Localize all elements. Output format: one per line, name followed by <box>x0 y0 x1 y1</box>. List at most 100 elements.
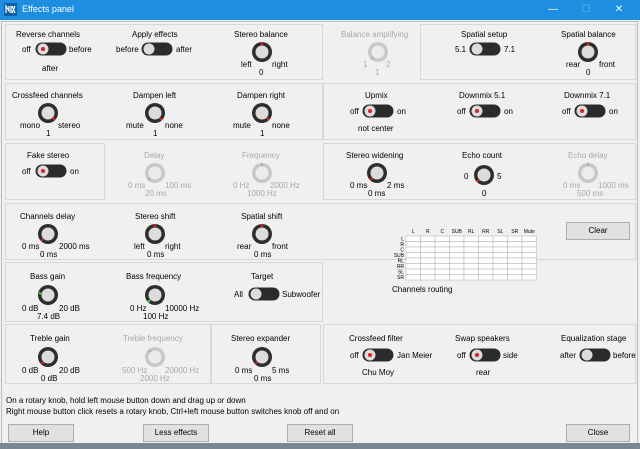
routing-cell[interactable] <box>405 274 421 281</box>
stereo-shift-knob[interactable] <box>144 223 166 245</box>
spatial-setup-switch[interactable] <box>469 42 501 56</box>
routing-cell[interactable] <box>463 257 479 264</box>
dampen-right-knob[interactable] <box>251 102 273 124</box>
routing-cell[interactable] <box>420 252 436 259</box>
routing-cell[interactable] <box>405 257 421 264</box>
routing-cell[interactable] <box>478 263 494 270</box>
routing-cell[interactable] <box>521 257 537 264</box>
routing-cell[interactable] <box>405 235 421 242</box>
reverse-channels-switch[interactable] <box>35 42 67 56</box>
routing-cell[interactable] <box>405 246 421 253</box>
routing-cell[interactable] <box>449 263 465 270</box>
routing-cell[interactable] <box>420 263 436 270</box>
routing-cell[interactable] <box>507 263 523 270</box>
routing-cell[interactable] <box>449 268 465 275</box>
routing-cell[interactable] <box>420 274 436 281</box>
echo-count-knob[interactable] <box>473 164 495 186</box>
routing-cell[interactable] <box>521 235 537 242</box>
routing-cell[interactable] <box>420 235 436 242</box>
fake-stereo-switch[interactable] <box>35 164 67 178</box>
crossfeed-channels-knob[interactable] <box>37 102 59 124</box>
routing-cell[interactable] <box>478 246 494 253</box>
routing-cell[interactable] <box>434 257 450 264</box>
routing-cell[interactable] <box>420 241 436 248</box>
routing-cell[interactable] <box>492 246 508 253</box>
routing-cell[interactable] <box>521 252 537 259</box>
routing-cell[interactable] <box>507 235 523 242</box>
routing-cell[interactable] <box>521 274 537 281</box>
routing-cell[interactable] <box>420 257 436 264</box>
downmix51-switch[interactable] <box>469 104 501 118</box>
title-bar[interactable]: Effects panel — ☐ ✕ <box>0 0 640 20</box>
routing-cell[interactable] <box>478 257 494 264</box>
equalization-stage-switch[interactable] <box>579 348 611 362</box>
routing-cell[interactable] <box>434 263 450 270</box>
channels-routing-matrix[interactable]: L R C SUB RL RR SL SR Mute L R C SUB RL RR SL SR <box>388 227 538 282</box>
close-button[interactable]: Close <box>566 424 630 442</box>
routing-cell[interactable] <box>521 241 537 248</box>
routing-cell[interactable] <box>507 268 523 275</box>
routing-cell[interactable] <box>434 274 450 281</box>
reset-all-button[interactable]: Reset all <box>287 424 353 442</box>
routing-cell[interactable] <box>434 268 450 275</box>
target-switch[interactable] <box>248 287 280 301</box>
routing-cell[interactable] <box>449 241 465 248</box>
treble-gain-knob[interactable] <box>37 346 59 368</box>
routing-cell[interactable] <box>420 246 436 253</box>
stereo-expander-knob[interactable] <box>251 346 273 368</box>
routing-cell[interactable] <box>463 241 479 248</box>
routing-cell[interactable] <box>521 246 537 253</box>
minimize-button[interactable]: — <box>538 0 568 20</box>
routing-cell[interactable] <box>492 257 508 264</box>
help-button[interactable]: Help <box>8 424 74 442</box>
routing-cell[interactable] <box>449 246 465 253</box>
routing-cell[interactable] <box>449 274 465 281</box>
spatial-balance-knob[interactable] <box>577 41 599 63</box>
upmix-switch[interactable] <box>362 104 394 118</box>
routing-cell[interactable] <box>405 268 421 275</box>
stereo-balance-knob[interactable] <box>251 41 273 63</box>
routing-cell[interactable] <box>405 241 421 248</box>
routing-cell[interactable] <box>405 263 421 270</box>
routing-cell[interactable] <box>449 257 465 264</box>
routing-cell[interactable] <box>507 252 523 259</box>
bass-frequency-knob[interactable] <box>144 284 166 306</box>
routing-cell[interactable] <box>492 263 508 270</box>
routing-cell[interactable] <box>420 268 436 275</box>
maximize-button[interactable]: ☐ <box>571 0 601 20</box>
routing-cell[interactable] <box>434 246 450 253</box>
routing-cell[interactable] <box>492 252 508 259</box>
routing-cell[interactable] <box>463 235 479 242</box>
routing-cell[interactable] <box>492 235 508 242</box>
routing-cell[interactable] <box>507 241 523 248</box>
less-effects-button[interactable]: Less effects <box>143 424 209 442</box>
routing-cell[interactable] <box>405 252 421 259</box>
routing-cell[interactable] <box>478 268 494 275</box>
routing-cell[interactable] <box>507 257 523 264</box>
routing-cell[interactable] <box>492 241 508 248</box>
routing-cell[interactable] <box>478 274 494 281</box>
routing-cell[interactable] <box>478 241 494 248</box>
treble-frequency-knob[interactable] <box>144 346 166 368</box>
routing-cell[interactable] <box>449 235 465 242</box>
routing-cell[interactable] <box>492 268 508 275</box>
routing-cell[interactable] <box>521 263 537 270</box>
routing-cell[interactable] <box>434 252 450 259</box>
routing-cell[interactable] <box>492 274 508 281</box>
routing-cell[interactable] <box>434 235 450 242</box>
routing-cell[interactable] <box>463 246 479 253</box>
routing-cell[interactable] <box>463 252 479 259</box>
downmix71-switch[interactable] <box>574 104 606 118</box>
crossfeed-filter-switch[interactable] <box>362 348 394 362</box>
channels-delay-knob[interactable] <box>37 223 59 245</box>
routing-cell[interactable] <box>463 268 479 275</box>
delay-knob[interactable] <box>144 162 166 184</box>
routing-cell[interactable] <box>434 241 450 248</box>
routing-cell[interactable] <box>463 274 479 281</box>
bass-gain-knob[interactable] <box>37 284 59 306</box>
routing-cell[interactable] <box>449 252 465 259</box>
stereo-widening-knob[interactable] <box>366 162 388 184</box>
swap-speakers-switch[interactable] <box>469 348 501 362</box>
spatial-shift-knob[interactable] <box>251 223 273 245</box>
close-window-button[interactable]: ✕ <box>604 0 634 20</box>
